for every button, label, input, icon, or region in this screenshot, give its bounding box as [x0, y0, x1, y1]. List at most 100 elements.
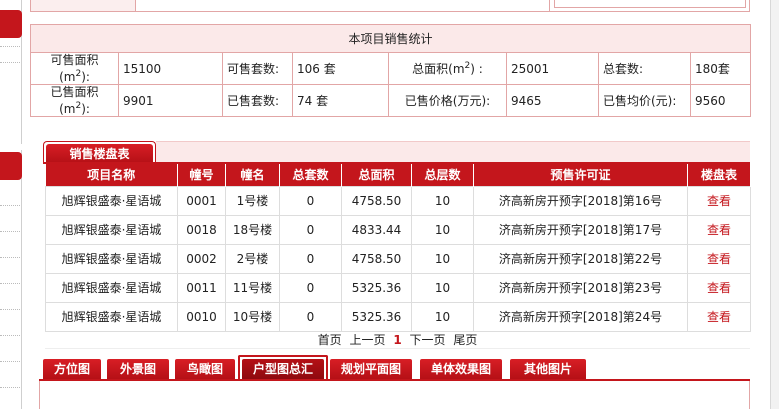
column-header-total-units: 总套数 — [279, 164, 342, 186]
cell-project-name: 旭辉银盛泰·星语城 — [45, 272, 178, 303]
cell-presale-permit: 济高新房开预字[2018]第16号 — [473, 185, 688, 216]
cell-total-units: 0 — [279, 243, 342, 274]
sold-price-label: 已售价格(万元): — [388, 84, 507, 117]
sales-table-header: 项目名称 幢号 幢名 总套数 总面积 总层数 预售许可证 楼盘表 — [45, 164, 751, 186]
cell-building-no: 0010 — [177, 301, 226, 332]
sold-area-label: 已售面积 (m2): — [30, 84, 119, 117]
cell-building-no: 0001 — [177, 185, 226, 216]
sales-panel-header-strip — [156, 141, 750, 163]
tab-exterior[interactable]: 外景图 — [107, 359, 169, 379]
pager-first[interactable]: 首页 — [318, 333, 342, 347]
column-header-project-name: 项目名称 — [45, 164, 178, 186]
cell-total-units: 0 — [279, 185, 342, 216]
column-header-total-area: 总面积 — [341, 164, 412, 186]
view-link[interactable]: 查看 — [687, 243, 751, 274]
saleable-area-value: 15100 — [118, 52, 223, 85]
cell-total-units: 0 — [279, 301, 342, 332]
table-row: 旭辉银盛泰·星语城 0018 18号楼 0 4833.44 10 济高新房开预字… — [45, 214, 751, 245]
column-header-floor-table: 楼盘表 — [687, 164, 751, 186]
tab-other-images[interactable]: 其他图片 — [510, 359, 586, 379]
cell-building-name: 1号楼 — [225, 185, 280, 216]
cell-building-no: 0002 — [177, 243, 226, 274]
cell-presale-permit: 济高新房开预字[2018]第24号 — [473, 301, 688, 332]
cell-building-name: 2号楼 — [225, 243, 280, 274]
view-link[interactable]: 查看 — [687, 272, 751, 303]
sold-area-value: 9901 — [118, 84, 223, 117]
scrollbar[interactable] — [770, 0, 779, 409]
tab-aerial-view[interactable]: 鸟瞰图 — [175, 359, 235, 379]
left-divider — [0, 335, 20, 336]
sales-table-tab-label: 销售楼盘表 — [46, 144, 153, 163]
total-area-value: 25001 — [506, 52, 599, 85]
left-divider — [0, 283, 20, 284]
left-sidebar-tab-bottom[interactable] — [0, 152, 22, 180]
cell-total-area: 4758.50 — [341, 243, 412, 274]
cell-total-floors: 10 — [411, 214, 474, 245]
view-link[interactable]: 查看 — [687, 301, 751, 332]
table-row: 旭辉银盛泰·星语城 0001 1号楼 0 4758.50 10 济高新房开预字[… — [45, 185, 751, 216]
stats-title: 本项目销售统计 — [29, 24, 752, 53]
left-divider — [0, 309, 20, 310]
column-header-total-floors: 总层数 — [411, 164, 474, 186]
top-info-table-fragment — [30, 0, 750, 12]
sold-units-label: 已售套数: — [222, 84, 293, 117]
tab-location-map[interactable]: 方位图 — [43, 359, 101, 379]
cell-total-area: 5325.36 — [341, 272, 412, 303]
pagination: 首页 上一页 1 下一页 尾页 — [45, 331, 750, 349]
tab-building-render[interactable]: 单体效果图 — [420, 359, 502, 379]
pager-last[interactable]: 尾页 — [453, 333, 477, 347]
saleable-area-label: 可售面积 (m2): — [30, 52, 119, 85]
view-link[interactable]: 查看 — [687, 214, 751, 245]
top-fragment-cell — [31, 0, 136, 11]
cell-total-area: 4833.44 — [341, 214, 412, 245]
cell-building-name: 11号楼 — [225, 272, 280, 303]
sales-building-table: 项目名称 幢号 幢名 总套数 总面积 总层数 预售许可证 楼盘表 旭辉银盛泰·星… — [45, 164, 751, 332]
image-content-area — [39, 381, 750, 409]
sales-statistics-table: 本项目销售统计 可售面积 (m2): 15100 可售套数: 106 套 总面积… — [29, 24, 752, 117]
pager-current: 1 — [393, 333, 402, 347]
image-category-tabs: 方位图 外景图 鸟瞰图 户型图总汇 规划平面图 单体效果图 其他图片 — [43, 355, 750, 379]
left-divider — [0, 62, 20, 63]
view-link[interactable]: 查看 — [687, 185, 751, 216]
cell-total-floors: 10 — [411, 301, 474, 332]
cell-total-floors: 10 — [411, 185, 474, 216]
saleable-units-label: 可售套数: — [222, 52, 293, 85]
column-header-building-name: 幢名 — [225, 164, 280, 186]
sales-table-tab[interactable]: 销售楼盘表 — [43, 141, 156, 163]
cell-total-floors: 10 — [411, 272, 474, 303]
column-header-presale-permit: 预售许可证 — [473, 164, 688, 186]
column-header-building-no: 幢号 — [177, 164, 226, 186]
left-sidebar-panel-bottom — [0, 150, 22, 409]
sold-units-value: 74 套 — [292, 84, 389, 117]
total-area-label: 总面积(m2) : — [388, 52, 507, 85]
avg-price-label: 已售均价(元): — [598, 84, 691, 117]
table-row: 旭辉银盛泰·星语城 0002 2号楼 0 4758.50 10 济高新房开预字[… — [45, 243, 751, 274]
cell-project-name: 旭辉银盛泰·星语城 — [45, 301, 178, 332]
tab-floor-plans-label: 户型图总汇 — [242, 359, 324, 379]
avg-price-value: 9560 — [689, 84, 752, 117]
total-units-value: 180套 — [689, 52, 752, 85]
cell-total-area: 4758.50 — [341, 185, 412, 216]
table-row: 旭辉银盛泰·星语城 0010 10号楼 0 5325.36 10 济高新房开预字… — [45, 301, 751, 332]
sold-price-value: 9465 — [506, 84, 599, 117]
saleable-units-value: 106 套 — [292, 52, 389, 85]
cell-presale-permit: 济高新房开预字[2018]第22号 — [473, 243, 688, 274]
left-divider — [0, 361, 20, 362]
left-divider — [0, 205, 20, 206]
cell-building-name: 18号楼 — [225, 214, 280, 245]
cell-total-area: 5325.36 — [341, 301, 412, 332]
pager-prev[interactable]: 上一页 — [349, 333, 385, 347]
cell-total-units: 0 — [279, 272, 342, 303]
left-sidebar-tab-top[interactable] — [0, 10, 22, 38]
left-divider — [0, 387, 20, 388]
cell-building-no: 0011 — [177, 272, 226, 303]
cell-presale-permit: 济高新房开预字[2018]第17号 — [473, 214, 688, 245]
tab-floor-plans[interactable]: 户型图总汇 — [238, 355, 328, 379]
cell-building-no: 0018 — [177, 214, 226, 245]
top-fragment-cell — [549, 0, 749, 11]
table-row: 旭辉银盛泰·星语城 0011 11号楼 0 5325.36 10 济高新房开预字… — [45, 272, 751, 303]
pager-next[interactable]: 下一页 — [410, 333, 446, 347]
left-divider — [0, 46, 20, 47]
tab-site-plan[interactable]: 规划平面图 — [330, 359, 412, 379]
cell-total-floors: 10 — [411, 243, 474, 274]
